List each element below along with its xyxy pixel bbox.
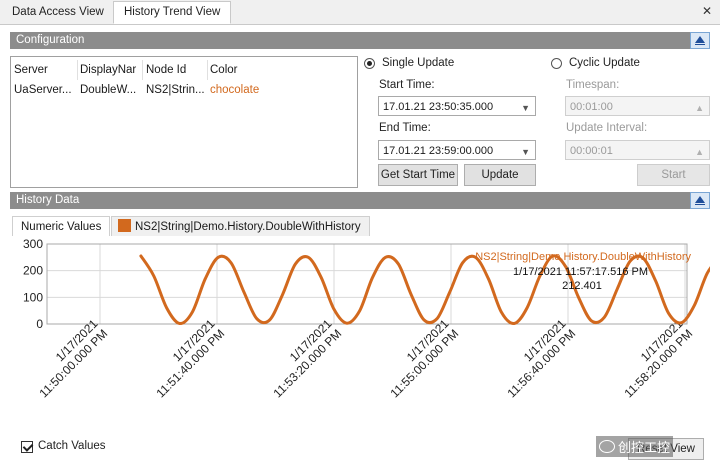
history-trend-chart[interactable]: 0100200300 1/17/202111:50:00.000 PM 1/17/… [10,236,710,436]
column-divider [207,60,208,80]
collapse-up-icon[interactable] [690,32,710,49]
cyclic-update-label: Cyclic Update [569,57,640,69]
update-button[interactable]: Update [464,164,536,186]
column-divider [142,60,143,80]
column-header-color[interactable]: Color [210,60,290,80]
row-server[interactable]: UaServer... [14,80,76,100]
single-update-label: Single Update [382,57,455,69]
start-button[interactable]: Start [637,164,710,186]
wechat-icon [599,440,615,453]
end-time-label: End Time: [379,122,431,134]
history-data-header: History Data [10,192,692,209]
timespan-input[interactable]: 00:01:00 ▲ [565,96,710,116]
watermark-text: 创控工控 [618,440,671,455]
catch-values-checkbox[interactable] [21,441,33,453]
column-header-node-id[interactable]: Node Id [146,60,206,80]
column-header-server[interactable]: Server [14,60,78,80]
timespan-value: 00:01:00 [570,101,613,113]
legend-series-name: NS2|String|Demo.History.DoubleWithHistor… [475,251,691,263]
row-color[interactable]: chocolate [210,80,290,100]
tab-series-label: NS2|String|Demo.History.DoubleWithHistor… [135,221,361,233]
configuration-table: Server DisplayNar Node Id Color UaServer… [10,56,358,188]
annotation-timestamp: 1/17/2021 11:57:17.516 PM [513,266,648,278]
end-time-value: 17.01.21 23:59:00.000 [383,145,494,157]
column-header-display-name[interactable]: DisplayNar [80,60,141,80]
row-node-id[interactable]: NS2|Strin... [146,80,206,100]
end-time-input[interactable]: 17.01.21 23:59:00.000 ▼ [378,140,536,160]
row-display-name[interactable]: DoubleW... [80,80,141,100]
catch-values-label: Catch Values [38,440,106,452]
update-interval-label: Update Interval: [566,122,648,134]
start-time-label: Start Time: [379,79,435,91]
column-divider [77,60,78,80]
chevron-down-icon[interactable]: ▼ [521,98,530,118]
collapse-up-icon[interactable] [690,192,710,209]
cyclic-update-radio[interactable] [551,58,562,69]
y-tick-label: 100 [23,290,43,304]
single-update-radio[interactable] [364,58,375,69]
chevron-down-icon[interactable]: ▲ [695,142,704,162]
annotation-value: 212.401 [562,280,602,292]
y-tick-label: 0 [36,317,43,331]
watermark: 创控工控 [596,436,674,457]
timespan-label: Timespan: [566,79,620,91]
series-color-swatch [118,219,131,232]
close-icon[interactable]: ✕ [700,4,714,18]
chevron-down-icon[interactable]: ▼ [521,142,530,162]
start-time-value: 17.01.21 23:50:35.000 [383,101,494,113]
configuration-header: Configuration [10,32,692,49]
tab-history-trend-view[interactable]: History Trend View [113,1,232,24]
tab-data-access-view[interactable]: Data Access View [2,2,114,23]
chevron-down-icon[interactable]: ▲ [695,98,704,118]
get-start-time-button[interactable]: Get Start Time [378,164,458,186]
start-time-input[interactable]: 17.01.21 23:50:35.000 ▼ [378,96,536,116]
update-interval-value: 00:00:01 [570,145,613,157]
update-interval-input[interactable]: 00:00:01 ▲ [565,140,710,160]
y-tick-label: 300 [23,237,43,251]
y-tick-label: 200 [23,264,43,278]
